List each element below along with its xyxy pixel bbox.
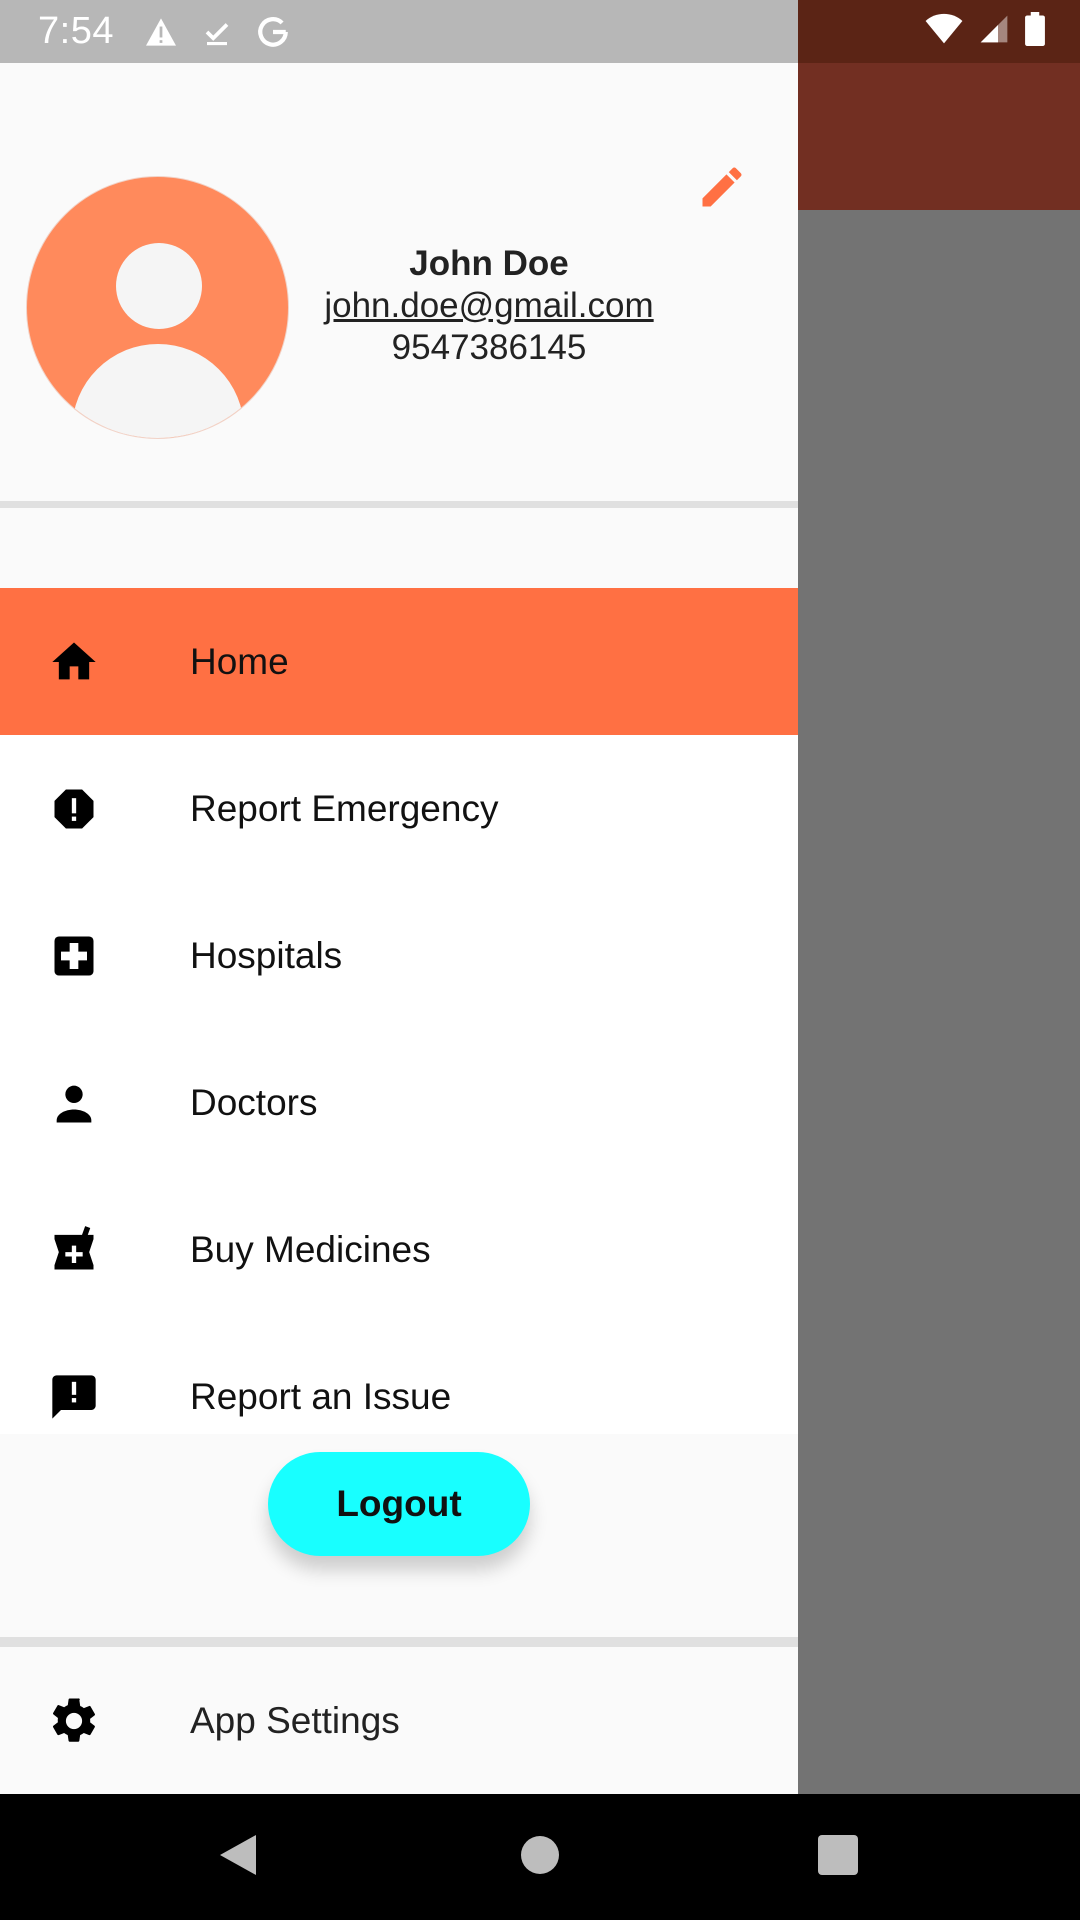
status-bar-left: 7:54 bbox=[0, 0, 798, 63]
pencil-icon bbox=[696, 161, 748, 218]
settings-divider bbox=[0, 1637, 798, 1647]
logout-button[interactable]: Logout bbox=[268, 1452, 530, 1556]
medication-icon bbox=[46, 1222, 102, 1278]
recents-square-icon bbox=[818, 1834, 858, 1880]
drawer-menu: Home Report Emergency Hospitals Doctors … bbox=[0, 588, 798, 1434]
battery-icon bbox=[1024, 12, 1046, 51]
menu-item-report-issue[interactable]: Report an Issue bbox=[0, 1323, 798, 1434]
user-info: John Doe john.doe@gmail.com 9547386145 bbox=[300, 243, 678, 369]
back-icon bbox=[216, 1831, 260, 1884]
drawer-header: John Doe john.doe@gmail.com 9547386145 bbox=[0, 63, 798, 501]
alert-triangle-icon bbox=[144, 17, 178, 47]
menu-item-label: App Settings bbox=[190, 1700, 400, 1741]
status-time: 7:54 bbox=[38, 10, 114, 52]
nav-back-button[interactable] bbox=[158, 1794, 318, 1920]
user-email-link[interactable]: john.doe@gmail.com bbox=[300, 285, 678, 327]
menu-item-home[interactable]: Home bbox=[0, 588, 798, 735]
menu-item-app-settings[interactable]: App Settings bbox=[0, 1648, 798, 1794]
download-done-icon bbox=[202, 17, 232, 47]
home-icon bbox=[46, 634, 102, 690]
edit-profile-button[interactable] bbox=[692, 159, 752, 219]
report-octagon-icon bbox=[46, 781, 102, 837]
signal-icon bbox=[978, 13, 1010, 50]
menu-item-hospitals[interactable]: Hospitals bbox=[0, 882, 798, 1029]
person-icon bbox=[46, 1075, 102, 1131]
hospital-cross-icon bbox=[46, 928, 102, 984]
avatar-head-shape bbox=[116, 243, 202, 329]
google-g-icon bbox=[256, 15, 290, 49]
menu-item-label: Home bbox=[190, 640, 289, 682]
feedback-icon bbox=[46, 1369, 102, 1425]
app-bar-background bbox=[798, 63, 1080, 210]
avatar-body-shape bbox=[72, 344, 244, 438]
navigation-drawer: John Doe john.doe@gmail.com 9547386145 H… bbox=[0, 63, 798, 1794]
status-bar-right bbox=[798, 0, 1080, 63]
home-circle-icon bbox=[520, 1835, 560, 1880]
menu-item-label: Doctors bbox=[190, 1081, 318, 1123]
menu-item-label: Hospitals bbox=[190, 934, 343, 976]
user-name: John Doe bbox=[409, 244, 569, 283]
menu-item-label: Buy Medicines bbox=[190, 1228, 431, 1270]
avatar bbox=[26, 176, 289, 439]
menu-item-label: Report Emergency bbox=[190, 787, 499, 829]
menu-item-doctors[interactable]: Doctors bbox=[0, 1029, 798, 1176]
wifi-icon bbox=[924, 13, 964, 50]
drawer-scrim[interactable] bbox=[798, 210, 1080, 1794]
header-divider bbox=[0, 501, 798, 508]
menu-item-report-emergency[interactable]: Report Emergency bbox=[0, 735, 798, 882]
user-phone: 9547386145 bbox=[391, 328, 587, 367]
nav-recents-button[interactable] bbox=[758, 1794, 918, 1920]
nav-home-button[interactable] bbox=[460, 1794, 620, 1920]
system-nav-bar bbox=[0, 1794, 1080, 1920]
menu-item-buy-medicines[interactable]: Buy Medicines bbox=[0, 1176, 798, 1323]
gear-icon bbox=[46, 1693, 102, 1749]
menu-item-label: Report an Issue bbox=[190, 1375, 452, 1417]
status-bar: 7:54 bbox=[0, 0, 1080, 63]
